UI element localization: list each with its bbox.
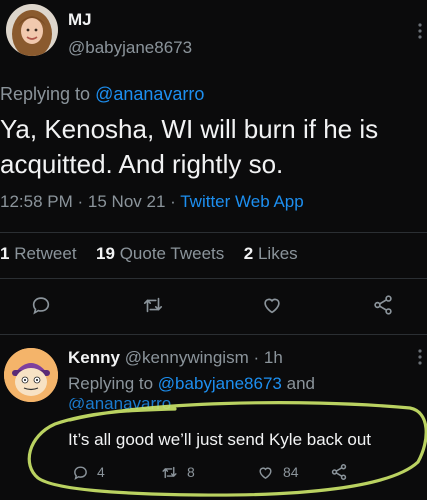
reply-text: It’s all good we’ll just send Kyle back … xyxy=(68,430,372,449)
tweet-text: Ya, Kenosha, WI will burn if he is acqui… xyxy=(0,112,378,182)
quotes-label: Quote Tweets xyxy=(119,244,225,263)
reply-header: Kenny @kennywingism · 1h xyxy=(68,348,283,368)
avatar-mj[interactable] xyxy=(6,4,58,56)
tweet-text-line-2: acquitted. And rightly so. xyxy=(0,149,284,179)
replying-to-link-2[interactable]: @ananavarro xyxy=(68,398,171,410)
retweets-stat[interactable]: 1 Retweet xyxy=(0,244,77,263)
divider xyxy=(0,278,427,279)
likes-stat[interactable]: 2 Likes xyxy=(244,244,298,263)
divider xyxy=(0,334,427,335)
likes-label: Likes xyxy=(257,244,298,263)
replying-and: and xyxy=(286,374,315,393)
like-count: 84 xyxy=(283,464,299,480)
reply-action-retweet[interactable]: 8 xyxy=(160,462,195,482)
share-icon[interactable] xyxy=(372,294,394,316)
reply-icon[interactable] xyxy=(30,294,52,316)
timestamp-line: 12:58 PM · 15 Nov 21 · Twitter Web App xyxy=(0,192,304,212)
author-handle[interactable]: @babyjane8673 xyxy=(68,38,192,58)
separator: · xyxy=(253,348,260,367)
replying-to-link[interactable]: @babyjane8673 xyxy=(158,374,282,393)
retweet-icon[interactable] xyxy=(141,294,165,316)
reply-action-like[interactable]: 84 xyxy=(256,462,299,482)
replying-to-line: Replying to @ananavarro xyxy=(0,84,204,105)
divider xyxy=(0,232,427,233)
retweet-icon xyxy=(160,464,179,481)
share-icon[interactable] xyxy=(330,463,348,481)
quotes-count: 19 xyxy=(96,244,115,263)
tweet-time[interactable]: 12:58 PM xyxy=(0,192,73,211)
retweets-label: Retweet xyxy=(14,244,77,263)
reply-replying-to-line: Replying to @babyjane8673 and xyxy=(68,374,315,394)
replying-prefix: Replying to xyxy=(68,374,158,393)
replying-prefix: Replying to xyxy=(0,84,96,104)
retweets-count: 1 xyxy=(0,244,10,263)
reply-count: 4 xyxy=(97,464,105,480)
separator: · xyxy=(170,192,176,211)
reply-icon xyxy=(72,464,89,481)
tweet-date[interactable]: 15 Nov 21 xyxy=(88,192,166,211)
retweet-count: 8 xyxy=(187,464,195,480)
author-name[interactable]: MJ xyxy=(68,10,92,30)
avatar-image xyxy=(6,4,58,56)
separator: · xyxy=(77,192,84,211)
reply-author-name[interactable]: Kenny xyxy=(68,348,120,367)
reply-author-handle[interactable]: @kennywingism xyxy=(125,348,249,367)
likes-count: 2 xyxy=(243,244,254,263)
tweet-text-line-1: Ya, Kenosha, WI will burn if he is xyxy=(0,114,379,144)
more-icon[interactable] xyxy=(417,22,423,45)
reply-age[interactable]: 1h xyxy=(264,348,283,367)
replying-to-link[interactable]: @ananavarro xyxy=(95,84,204,104)
avatar-image xyxy=(4,348,58,402)
like-icon[interactable] xyxy=(260,294,284,316)
engagement-stats: 1 Retweet 19 Quote Tweets 2 Likes xyxy=(0,244,298,264)
tweet-source[interactable]: Twitter Web App xyxy=(180,192,303,211)
like-icon xyxy=(256,464,275,481)
avatar-kenny[interactable] xyxy=(4,348,58,402)
more-icon[interactable] xyxy=(417,348,423,371)
reply-action-reply[interactable]: 4 xyxy=(72,462,105,482)
quote-tweets-stat[interactable]: 19 Quote Tweets xyxy=(96,244,224,263)
